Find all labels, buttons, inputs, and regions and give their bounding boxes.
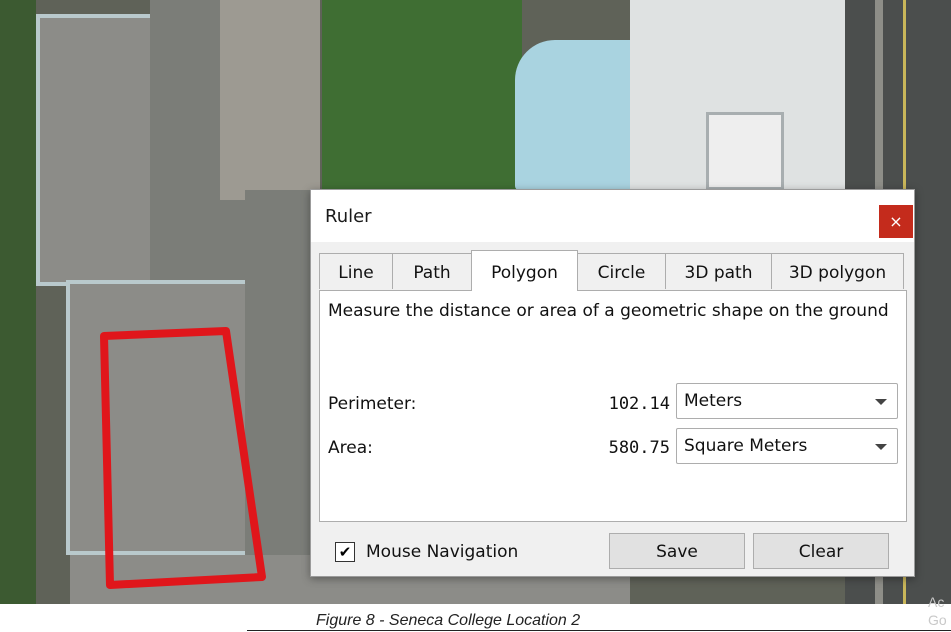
area-label: Area: <box>328 438 373 458</box>
tab-polygon[interactable]: Polygon <box>471 250 578 291</box>
dialog-title: Ruler <box>325 206 372 227</box>
ruler-dialog: Ruler × Line Path Polygon Circle 3D path… <box>310 189 915 577</box>
figure-caption: Figure 8 - Seneca College Location 2 <box>316 612 581 629</box>
tab-label: Path <box>413 263 451 283</box>
tab-label: 3D polygon <box>788 263 887 283</box>
clear-button[interactable]: Clear <box>753 533 889 569</box>
watermark-line: Ac <box>928 594 945 610</box>
mouse-navigation-label: Mouse Navigation <box>366 542 519 562</box>
tab-3d-path[interactable]: 3D path <box>665 253 772 289</box>
description-text: Measure the distance or area of a geomet… <box>328 301 889 321</box>
save-button[interactable]: Save <box>609 533 745 569</box>
tab-line[interactable]: Line <box>319 253 393 289</box>
polygon-panel: Measure the distance or area of a geomet… <box>319 290 907 522</box>
area-unit-select[interactable]: Square Meters <box>676 428 898 464</box>
tab-label: Circle <box>597 263 646 283</box>
close-icon: × <box>889 212 903 231</box>
checkmark-icon[interactable]: ✔ <box>335 542 355 562</box>
polygon-outline <box>100 327 266 589</box>
perimeter-unit-select[interactable]: Meters <box>676 383 898 419</box>
caption-rule <box>247 630 951 631</box>
watermark-line: Go <box>928 612 947 628</box>
perimeter-unit-value: Meters <box>684 391 743 411</box>
area-unit-value: Square Meters <box>684 436 808 456</box>
tab-circle[interactable]: Circle <box>577 253 666 289</box>
chevron-down-icon <box>875 444 887 450</box>
perimeter-value: 102.14 <box>608 394 670 414</box>
close-button[interactable]: × <box>879 205 913 238</box>
tab-label: Line <box>338 263 374 283</box>
title-bar[interactable]: Ruler × <box>311 190 914 242</box>
area-value: 580.75 <box>608 438 670 458</box>
tab-label: Polygon <box>491 263 558 283</box>
tab-label: 3D path <box>684 263 753 283</box>
perimeter-label: Perimeter: <box>328 394 417 414</box>
activation-watermark: Ac Go <box>928 593 947 629</box>
chevron-down-icon <box>875 399 887 405</box>
tab-3d-polygon[interactable]: 3D polygon <box>771 253 904 289</box>
tab-path[interactable]: Path <box>392 253 472 289</box>
